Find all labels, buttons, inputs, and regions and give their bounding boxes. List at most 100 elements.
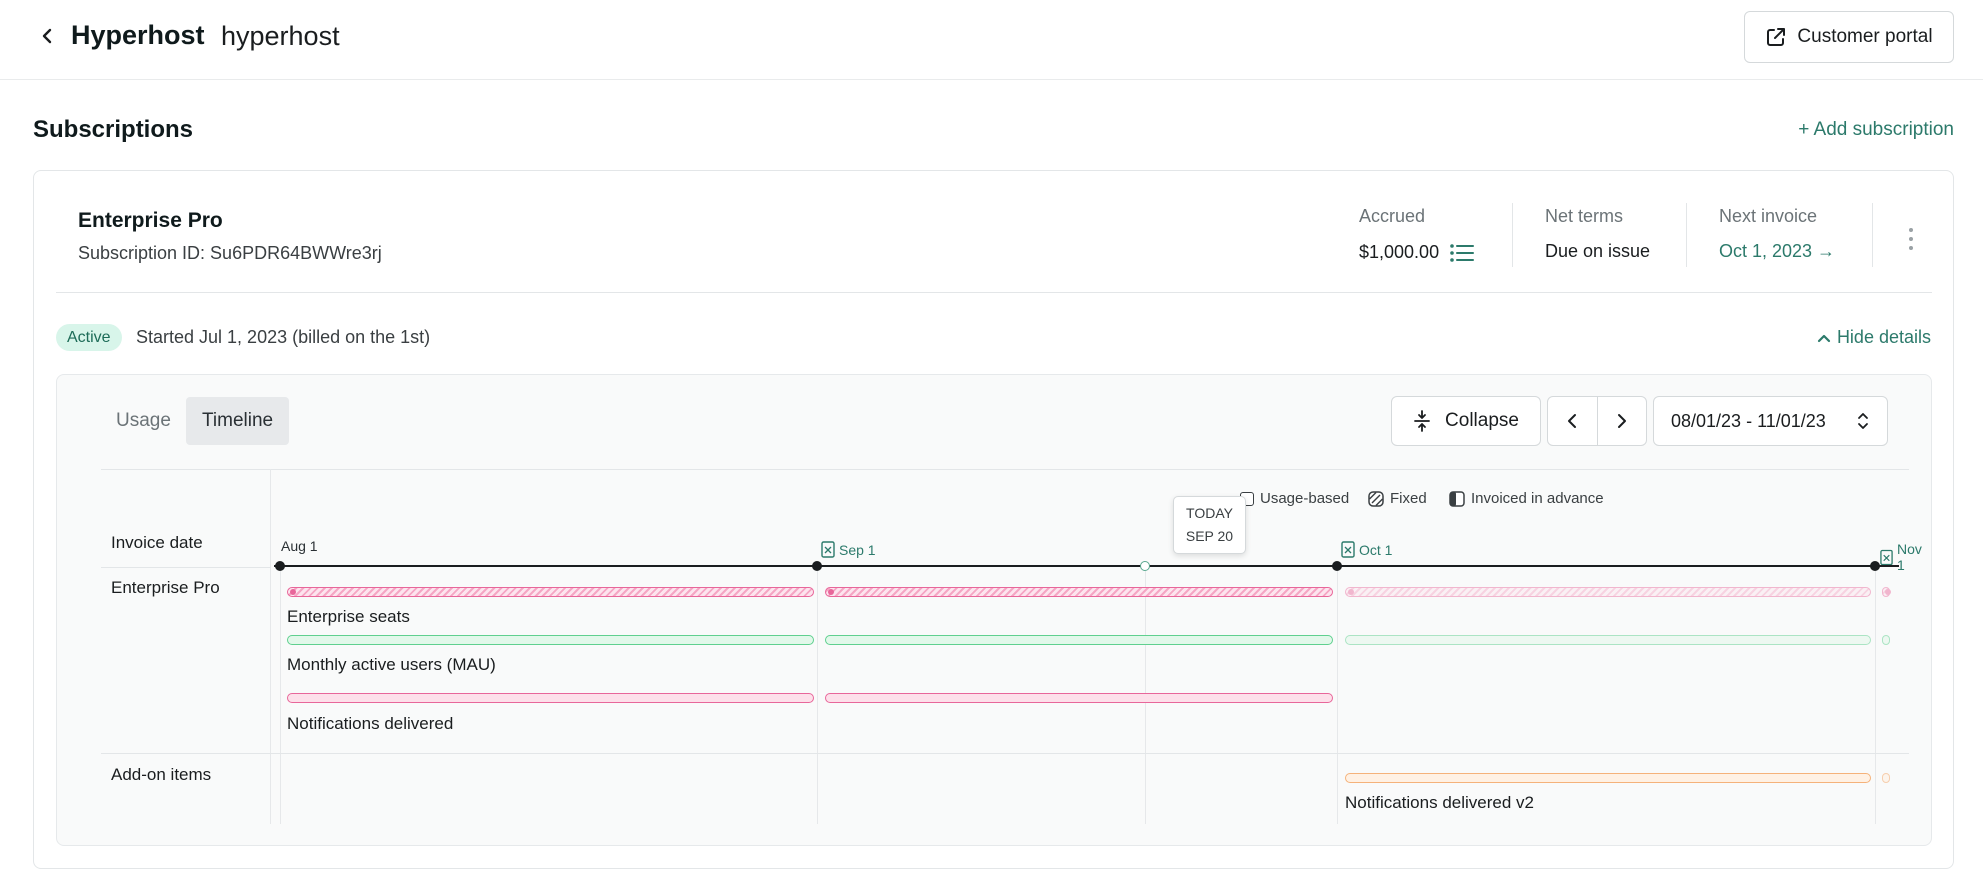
today-date: SEP 20	[1185, 528, 1234, 544]
top-bar: Hyperhost hyperhost Customer portal	[0, 0, 1983, 80]
subscription-card: Enterprise Pro Subscription ID: Su6PDR64…	[33, 170, 1954, 869]
item-label-notifications-v2: Notifications delivered v2	[1345, 793, 1534, 812]
gridline-sep	[817, 571, 818, 824]
row-label-invoice-date: Invoice date	[111, 533, 203, 552]
axis-marker-sep	[812, 561, 822, 571]
fixed-legend-icon	[1368, 490, 1384, 507]
bar-notifications-aug[interactable]	[287, 693, 814, 703]
accrued-value-group: $1,000.00	[1359, 242, 1475, 263]
axis-marker-today	[1140, 561, 1150, 571]
gridline-nov	[1875, 571, 1876, 824]
gridline-oct	[1337, 571, 1338, 824]
accrued-value: $1,000.00	[1359, 242, 1440, 262]
collapse-label: Collapse	[1445, 410, 1519, 431]
bar-enterprise-seats-oct[interactable]	[1345, 587, 1871, 597]
bar-mau-sep[interactable]	[825, 635, 1333, 645]
started-text: Started Jul 1, 2023 (billed on the 1st)	[136, 327, 431, 347]
today-label: TODAY	[1186, 505, 1233, 521]
chevron-left-icon	[42, 28, 52, 44]
collapse-button[interactable]: Collapse	[1391, 396, 1541, 446]
hide-details-button[interactable]: Hide details	[1817, 327, 1931, 348]
row-divider	[101, 567, 271, 568]
back-button[interactable]	[36, 22, 58, 50]
tab-usage[interactable]: Usage	[100, 397, 187, 445]
timeline-top-divider	[101, 469, 1909, 470]
subscription-id: Subscription ID: Su6PDR64BWWre3rj	[78, 243, 382, 263]
previous-period-button[interactable]	[1548, 397, 1597, 445]
more-options-icon[interactable]	[1904, 225, 1918, 253]
subscriptions-title: Subscriptions	[33, 116, 194, 143]
legend-usage-based-label: Usage-based	[1260, 490, 1350, 507]
row-label-plan: Enterprise Pro	[111, 578, 220, 597]
chevron-right-icon	[1617, 414, 1626, 428]
date-label-aug-text: Aug 1	[281, 538, 318, 554]
net-terms-value: Due on issue	[1545, 241, 1651, 261]
bar-enterprise-seats-sep[interactable]	[825, 587, 1333, 597]
axis-marker-nov	[1870, 561, 1880, 571]
add-subscription-link[interactable]: + Add subscription	[1798, 119, 1954, 141]
row-label-addons: Add-on items	[111, 765, 212, 784]
bar-mau-oct[interactable]	[1345, 635, 1871, 645]
next-invoice-label: Next invoice	[1719, 206, 1818, 226]
list-icon[interactable]	[1449, 243, 1475, 263]
metric-divider	[1872, 203, 1873, 267]
company-slug: hyperhost	[221, 21, 340, 51]
net-terms-label: Net terms	[1545, 206, 1624, 226]
date-range-value: 08/01/23 - 11/01/23	[1671, 410, 1826, 431]
card-divider	[56, 292, 1932, 293]
date-label-oct-text: Oct 1	[1359, 541, 1393, 558]
accrued-label: Accrued	[1359, 206, 1426, 226]
legend-fixed-label: Fixed	[1390, 490, 1427, 507]
item-label-mau: Monthly active users (MAU)	[287, 655, 496, 674]
bar-enterprise-seats-nov[interactable]	[1882, 587, 1891, 597]
legend-invoiced-in-advance: Invoiced in advance	[1449, 490, 1604, 507]
invoice-icon	[1341, 541, 1355, 558]
bar-mau-nov[interactable]	[1882, 635, 1890, 645]
invoice-icon	[1880, 549, 1893, 565]
company-name: Hyperhost	[71, 20, 205, 50]
bar-notifications-v2-oct[interactable]	[1345, 773, 1871, 783]
plan-name: Enterprise Pro	[78, 209, 223, 232]
today-marker: TODAY SEP 20	[1173, 496, 1246, 554]
bar-notifications-sep[interactable]	[825, 693, 1333, 703]
date-label-oct[interactable]: Oct 1	[1341, 541, 1392, 558]
metric-divider	[1512, 203, 1513, 267]
chevron-left-icon	[1568, 414, 1577, 428]
date-label-sep-text: Sep 1	[839, 541, 876, 558]
metric-divider	[1686, 203, 1687, 267]
customer-portal-button[interactable]: Customer portal	[1744, 11, 1954, 63]
collapse-icon	[1414, 410, 1430, 432]
tab-timeline[interactable]: Timeline	[186, 397, 290, 445]
external-link-icon	[1767, 28, 1786, 46]
timeline-panel: Usage Timeline Collapse 08/01/23 - 11/01…	[56, 374, 1932, 846]
date-label-nov[interactable]: Nov 1	[1880, 541, 1931, 573]
bar-notifications-v2-nov[interactable]	[1882, 773, 1890, 783]
legend-fixed: Fixed	[1368, 490, 1427, 507]
timeline-axis	[274, 565, 1899, 567]
invoiced-in-advance-legend-icon	[1449, 490, 1465, 507]
status-badge: Active	[56, 324, 122, 351]
date-label-aug: Aug 1	[281, 538, 318, 554]
invoice-icon	[821, 541, 835, 558]
item-label-enterprise-seats: Enterprise seats	[287, 607, 410, 626]
chevron-up-down-icon	[1858, 413, 1868, 429]
item-label-notifications: Notifications delivered	[287, 714, 454, 733]
legend-invoiced-in-advance-label: Invoiced in advance	[1471, 490, 1604, 507]
axis-marker-oct	[1332, 561, 1342, 571]
label-column-divider	[270, 469, 271, 824]
row-divider	[101, 753, 1909, 754]
gridline-aug	[280, 571, 281, 824]
date-range-select[interactable]: 08/01/23 - 11/01/23	[1653, 396, 1888, 446]
axis-marker-aug	[275, 561, 285, 571]
customer-portal-label: Customer portal	[1797, 26, 1933, 47]
period-nav	[1547, 396, 1647, 446]
next-period-button[interactable]	[1596, 397, 1647, 445]
next-invoice-link[interactable]: Oct 1, 2023 →	[1719, 241, 1835, 262]
bar-enterprise-seats-aug[interactable]	[287, 587, 814, 597]
bar-mau-aug[interactable]	[287, 635, 814, 645]
chevron-up-icon	[1817, 334, 1831, 342]
date-label-nov-text: Nov 1	[1897, 541, 1922, 573]
date-label-sep[interactable]: Sep 1	[821, 541, 876, 558]
hide-details-label: Hide details	[1836, 327, 1931, 347]
legend-usage-based: Usage-based	[1240, 490, 1349, 507]
